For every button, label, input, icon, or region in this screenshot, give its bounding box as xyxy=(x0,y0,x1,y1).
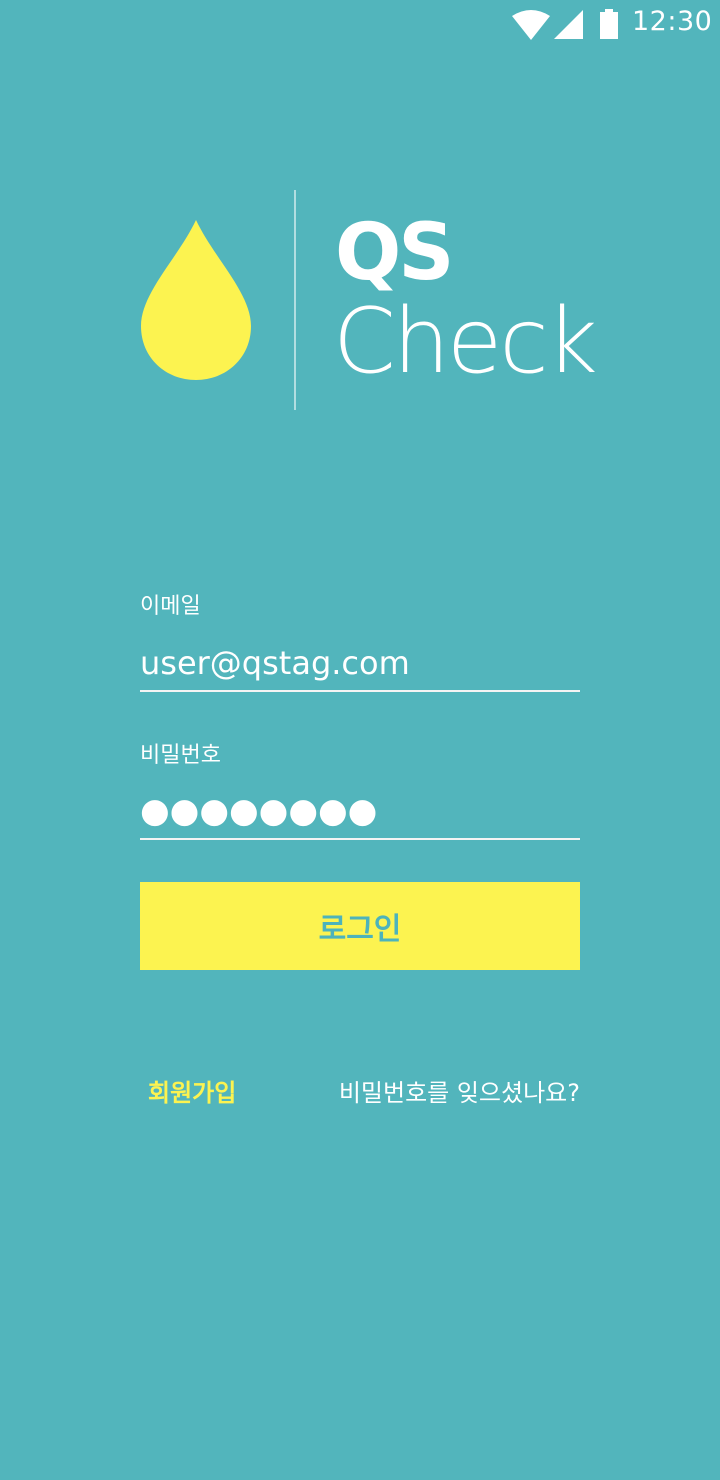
signal-icon xyxy=(554,10,583,39)
wifi-icon xyxy=(512,10,550,40)
status-time: 12:30 xyxy=(632,6,713,37)
email-label: 이메일 xyxy=(140,594,201,619)
email-field[interactable] xyxy=(140,636,580,692)
login-button[interactable]: 로그인 xyxy=(140,882,580,970)
forgot-password-link[interactable]: 비밀번호를 잊으셨나요? xyxy=(322,1073,580,1108)
password-field[interactable] xyxy=(140,784,580,840)
signup-link[interactable]: 회원가입 xyxy=(148,1073,236,1108)
water-drop-icon xyxy=(141,220,251,380)
logo-text-qs: QS xyxy=(335,208,454,298)
battery-icon xyxy=(600,9,618,39)
password-label: 비밀번호 xyxy=(140,743,221,768)
status-bar: 12:30 xyxy=(0,0,720,50)
logo-divider xyxy=(294,190,296,410)
logo-text-check: Check xyxy=(333,289,598,394)
